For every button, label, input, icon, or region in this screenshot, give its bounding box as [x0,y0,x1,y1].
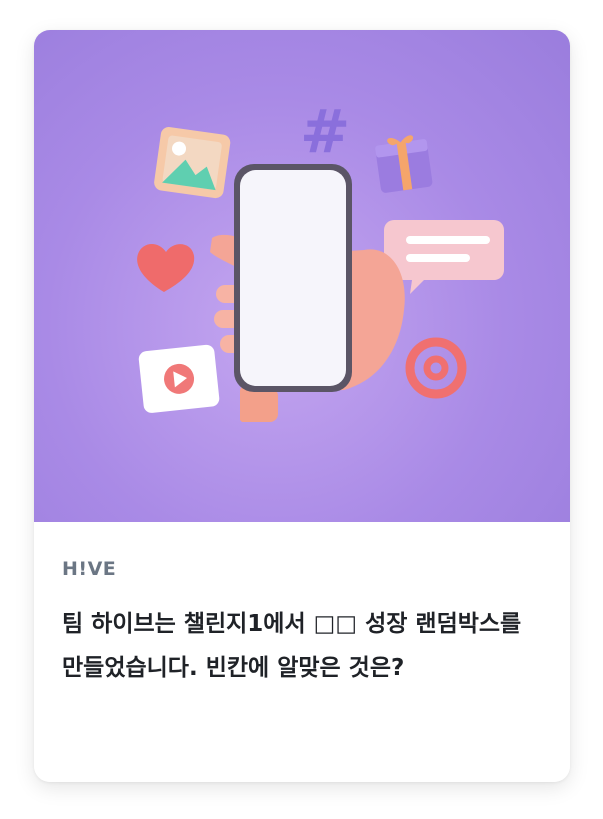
at-sign-icon [405,337,467,399]
gift-icon [375,135,433,193]
source-label: H!VE [62,558,117,580]
card-title[interactable]: 팀 하이브는 챌린지1에서 □□ 성장 랜덤박스를 만들었습니다. 빈칸에 알맞… [62,602,542,690]
article-card[interactable]: # H!VE 팀 하이브는 챌린지1에서 □□ 성장 랜덤박스를 만들었습니다.… [34,30,570,782]
image-icon [154,127,231,199]
social-media-illustration: # [137,97,504,422]
smartphone-icon [234,164,352,392]
hero-image: # [34,30,570,522]
hashtag-icon: # [300,97,350,167]
svg-text:#: # [300,97,350,167]
heart-icon [137,243,195,292]
play-video-icon [138,344,220,413]
card-body: H!VE 팀 하이브는 챌린지1에서 □□ 성장 랜덤박스를 만들었습니다. 빈… [34,522,570,782]
